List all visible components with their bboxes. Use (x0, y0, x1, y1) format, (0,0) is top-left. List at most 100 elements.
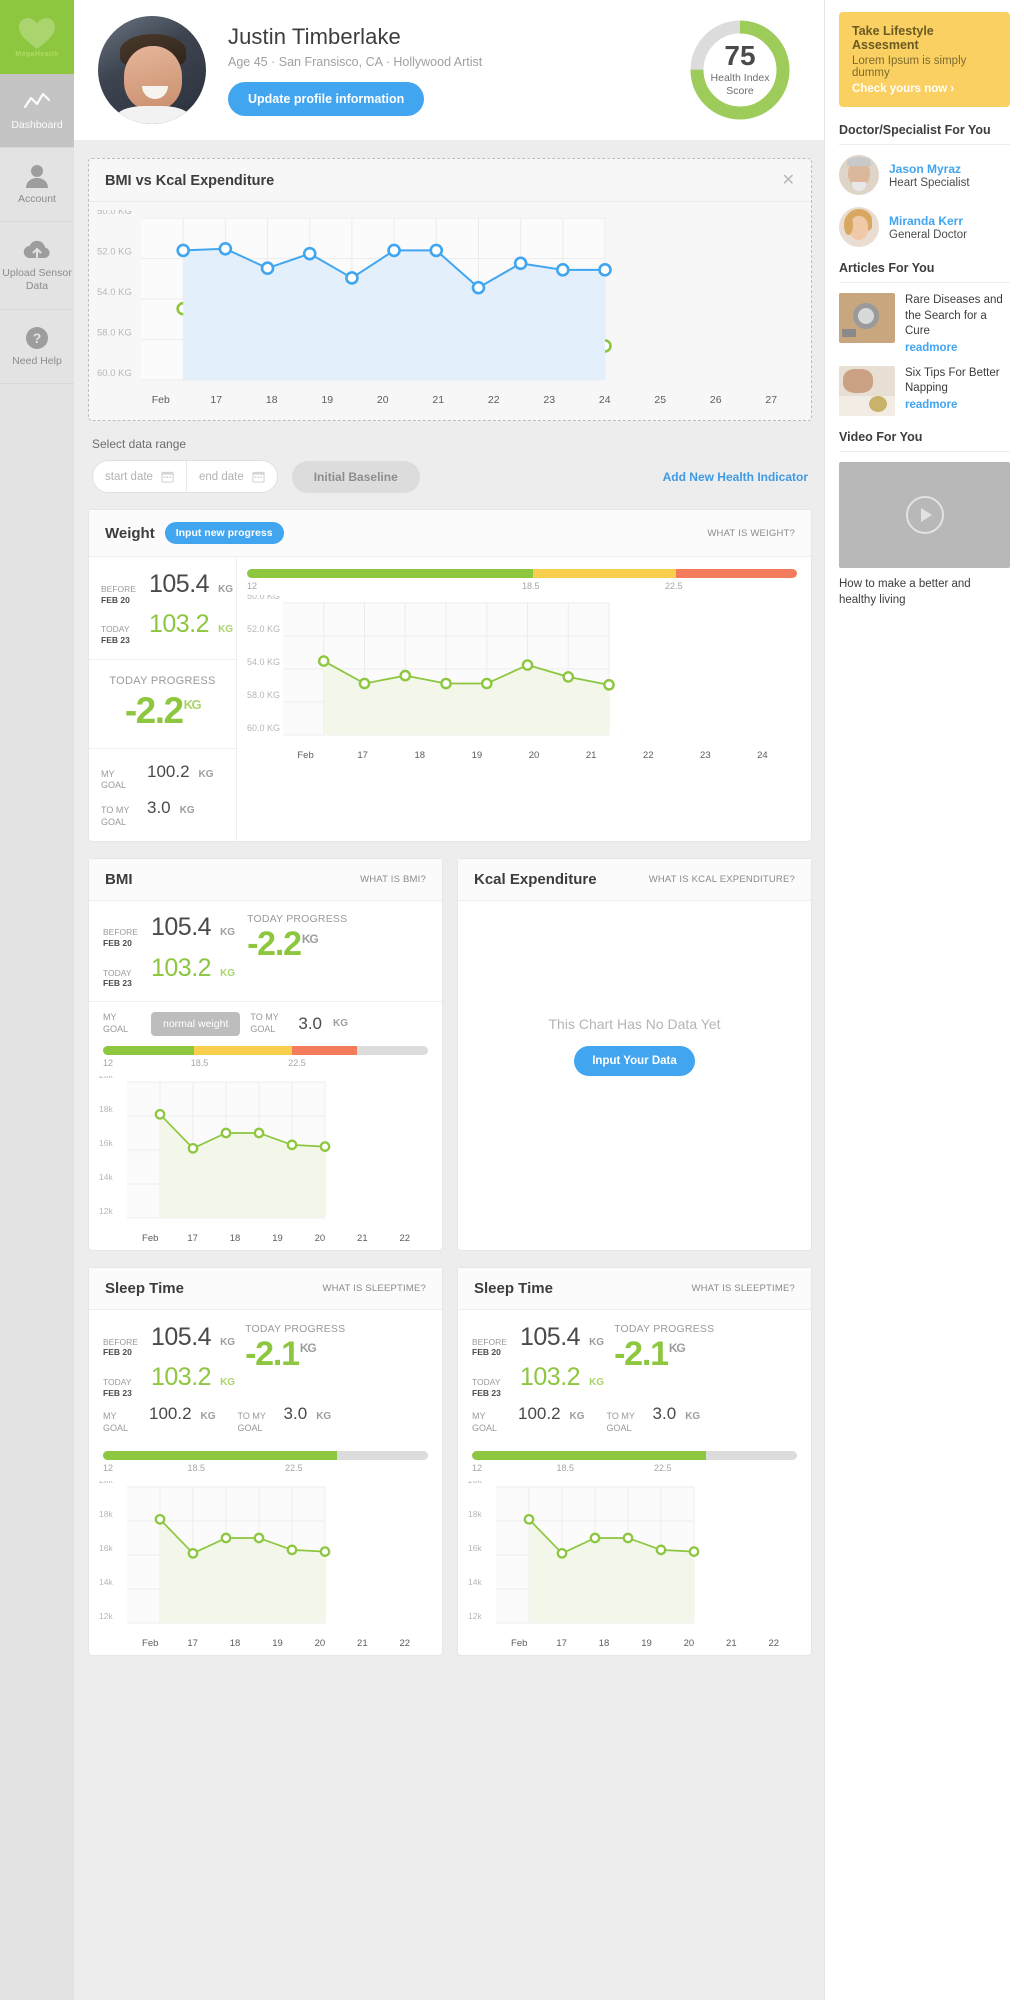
sidebar-item-need-help[interactable]: ? Need Help (0, 310, 74, 384)
article-readmore-link[interactable]: readmore (905, 342, 1010, 354)
tick-low: 12 (247, 581, 258, 591)
svg-text:16k: 16k (99, 1138, 113, 1148)
sidebar-item-label: Need Help (12, 354, 62, 367)
what-is-weight-link[interactable]: WHAT IS WEIGHT? (707, 528, 795, 539)
today-value: 103.2 (151, 1363, 212, 1391)
main-content: Justin Timberlake Age 45 · San Fransisco… (74, 0, 824, 2000)
tick-mid: 18.5 (556, 1462, 575, 1473)
tick-low: 12 (103, 1057, 114, 1068)
sidebar-item-dashboard[interactable]: Dashboard (0, 74, 74, 148)
sidebar-item-account[interactable]: Account (0, 148, 74, 222)
article-readmore-link[interactable]: readmore (905, 399, 1010, 411)
promo-title: Take Lifestyle Assesment (852, 24, 934, 52)
video-thumbnail[interactable] (839, 461, 1010, 568)
today-value: 103.2 (520, 1363, 581, 1391)
x-tick-label: 23 (700, 750, 711, 761)
tick-high: 22.5 (654, 1462, 672, 1473)
bmi-chart-x-axis: Feb 17 18 19 20 21 22 (99, 1231, 432, 1244)
bmi-range-bar (103, 1450, 428, 1460)
doctors-heading: Doctor/Specialist For You (839, 123, 1010, 145)
svg-text:12k: 12k (99, 1611, 113, 1621)
x-tick-label: 18 (229, 1232, 241, 1244)
end-date-input[interactable]: end date (185, 461, 277, 492)
article-item[interactable]: Six Tips For Better Napping readmore (839, 365, 1010, 416)
x-tick-label: 22 (487, 394, 500, 406)
today-row: TODAY FEB 23 103.2 KG (101, 610, 233, 645)
my-goal-unit: KG (198, 768, 214, 780)
article-item[interactable]: Rare Diseases and the Search for a Cure … (839, 293, 1010, 354)
right-sidebar: Take Lifestyle Assesment Lorem Ipsum is … (824, 0, 1024, 2000)
x-tick-label: 22 (768, 1637, 780, 1649)
doctor-name[interactable]: Jason Myraz (889, 162, 970, 176)
card-title: BMI (105, 871, 133, 889)
progress-label: TODAY PROGRESS (245, 1322, 346, 1335)
goal-block: MY GOAL 100.2 KG TO MY GOAL 3.0 KG (89, 749, 236, 842)
end-date-placeholder: end date (198, 470, 244, 483)
add-health-indicator-link[interactable]: Add New Health Indicator (663, 470, 808, 484)
kcal-card: Kcal Expenditure WHAT IS KCAL EXPENDITUR… (457, 858, 812, 1251)
input-new-progress-button[interactable]: Input new progress (164, 522, 284, 544)
card-title: Kcal Expenditure (474, 871, 597, 889)
what-is-bmi-link[interactable]: WHAT IS BMI? (360, 874, 426, 885)
x-tick-label: 22 (642, 750, 654, 761)
bmi-kcal-chart-panel: BMI vs Kcal Expenditure ✕ 50.0 KG 52.0 KG… (88, 158, 812, 421)
x-tick-label: 20 (683, 1637, 695, 1649)
x-tick-label: Feb (151, 394, 170, 406)
weight-chart-x-axis: Feb 17 18 19 20 21 22 23 24 (247, 748, 797, 761)
app-logo[interactable]: MegaHealth (0, 0, 74, 74)
range-label: Select data range (92, 437, 187, 451)
svg-text:12k: 12k (468, 1611, 482, 1621)
bmi-range-ticks: 12 18.5 22.5 (103, 1463, 428, 1477)
today-unit: KG (220, 967, 236, 979)
progress-value: -2.2 (124, 689, 184, 731)
doctor-item[interactable]: Jason Myraz Heart Specialist (839, 155, 1010, 195)
x-tick-label: 20 (528, 750, 540, 761)
input-your-data-button[interactable]: Input Your Data (574, 1046, 695, 1077)
profile-header: Justin Timberlake Age 45 · San Fransisco… (74, 0, 824, 140)
bmi-range-bar (103, 1045, 428, 1055)
svg-text:58.0 KG: 58.0 KG (247, 690, 280, 700)
before-date: FEB 20 (103, 937, 132, 948)
to-goal-label: TO MY GOAL (250, 1012, 279, 1034)
promo-subtitle: Lorem Ipsum is simply dummy (852, 55, 967, 79)
chart-x-axis: Feb 17 18 19 20 21 22 23 24 25 26 27 (89, 392, 811, 420)
article-title: Rare Diseases and the Search for a Cure (905, 294, 1003, 338)
x-tick-label: Feb (142, 1232, 159, 1244)
to-goal-unit: KG (179, 804, 195, 816)
what-is-sleeptime-link[interactable]: WHAT IS SLEEPTIME? (691, 1283, 795, 1294)
svg-text:16k: 16k (99, 1543, 113, 1553)
lifestyle-assessment-promo[interactable]: Take Lifestyle Assesment Lorem Ipsum is … (839, 12, 1010, 107)
doctor-item[interactable]: Miranda Kerr General Doctor (839, 207, 1010, 247)
kcal-empty-state: This Chart Has No Data Yet Input Your Da… (458, 901, 811, 1191)
progress-label: TODAY PROGRESS (247, 913, 348, 926)
weight-card: Weight Input new progress WHAT IS WEIGHT… (88, 509, 812, 843)
what-is-kcal-link[interactable]: WHAT IS KCAL EXPENDITURE? (649, 874, 795, 885)
x-tick-label: 18 (598, 1637, 610, 1649)
bmi-range-bar (247, 569, 797, 578)
progress-label: TODAY PROGRESS (109, 674, 216, 687)
today-label: TODAY (101, 624, 130, 635)
before-value: 105.4 (151, 913, 212, 942)
what-is-sleeptime-link[interactable]: WHAT IS SLEEPTIME? (322, 1283, 426, 1294)
my-goal-value: 100.2 (518, 1404, 561, 1424)
date-range-section: Select data range start date end date In… (74, 421, 824, 493)
update-profile-button[interactable]: Update profile information (228, 82, 425, 116)
close-icon[interactable]: ✕ (782, 173, 795, 189)
tick-mid: 18.5 (190, 1057, 209, 1068)
cloud-upload-icon (23, 238, 51, 262)
start-date-input[interactable]: start date (93, 461, 186, 492)
before-label: BEFORE (101, 584, 136, 594)
to-goal-value: 3.0 (652, 1404, 677, 1424)
sidebar-item-upload-sensor-data[interactable]: Upload Sensor Data (0, 222, 74, 310)
progress-unit: KG (299, 1341, 317, 1356)
page-title: Justin Timberlake (228, 24, 401, 49)
before-date: FEB 20 (101, 594, 130, 605)
x-tick-label: 20 (314, 1637, 326, 1649)
play-icon[interactable] (905, 495, 944, 534)
promo-link[interactable]: Check yours now › (852, 83, 997, 95)
svg-text:12k: 12k (99, 1206, 113, 1216)
doctor-name[interactable]: Miranda Kerr (889, 214, 967, 228)
before-unit: KG (220, 927, 236, 939)
initial-baseline-button[interactable]: Initial Baseline (291, 460, 420, 493)
svg-text:54.0 KG: 54.0 KG (247, 657, 280, 667)
